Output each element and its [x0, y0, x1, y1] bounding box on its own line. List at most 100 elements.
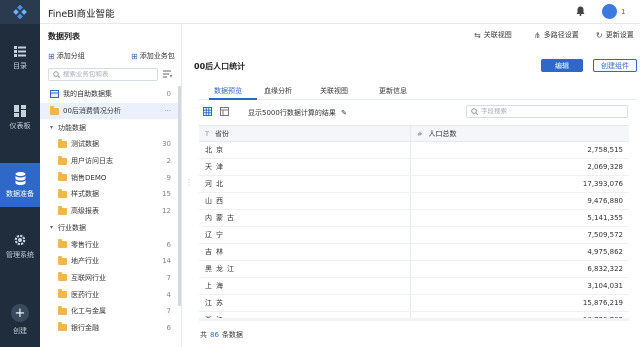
- multipath-button[interactable]: ⋔ 多路径设置: [534, 30, 579, 40]
- tree-item-label: 互联网行业: [71, 273, 106, 282]
- tree-item-count: 4: [166, 290, 171, 299]
- column-name: 省份: [214, 129, 229, 138]
- tree-item[interactable]: 高级报表 12: [40, 203, 181, 220]
- folder-icon: [58, 172, 67, 182]
- table-row: 山西 9,476,880: [199, 193, 629, 210]
- detail-view-icon[interactable]: [220, 107, 229, 116]
- tree-item-label: 高级报表: [71, 207, 99, 216]
- tree-item[interactable]: 化工与金属 7: [40, 303, 181, 320]
- cell-province: 天津: [199, 159, 411, 175]
- add-package-icon: ⊞: [131, 51, 138, 61]
- tree-item-count: 6: [166, 323, 171, 332]
- add-group-label: 添加分组: [56, 52, 85, 60]
- tab-lineage[interactable]: 血缘分析: [264, 86, 292, 96]
- tree-scroll-thumb[interactable]: [178, 86, 181, 306]
- nav-data-prep[interactable]: 数据准备: [0, 163, 40, 207]
- nav-create[interactable]: + 创建: [0, 298, 40, 342]
- table-row: 吉林 4,975,862: [199, 244, 629, 261]
- cell-population: 9,476,880: [587, 197, 623, 205]
- nav-dashboard[interactable]: 仪表板: [0, 96, 40, 140]
- tab-data-preview[interactable]: 数据预览: [214, 86, 242, 96]
- footer-prefix: 共: [200, 331, 207, 339]
- more-options-icon[interactable]: ···: [164, 107, 171, 115]
- database-icon: [15, 171, 25, 185]
- data-preview-table: T 省份 # 人口总数 北京 2,758,515 天津 2,069,328 河北 17,3…: [199, 125, 629, 318]
- package-search[interactable]: [48, 68, 158, 81]
- create-component-button[interactable]: 创建组件: [593, 59, 637, 72]
- grid-view-icon[interactable]: [203, 107, 212, 116]
- tree-item-count: 14: [162, 257, 171, 266]
- tree-item-label: 销售DEMO: [71, 173, 107, 182]
- package-tree: 我的自助数据集 0 00后消费情况分析 ··· ▾ 功能数据 测试数据 30 用户访问日志 2 销售…: [40, 86, 181, 336]
- tree-item[interactable]: 地产行业 14: [40, 253, 181, 270]
- column-header-population[interactable]: # 人口总数: [411, 126, 629, 141]
- relation-icon: ⇆: [474, 30, 481, 40]
- nav-admin[interactable]: 管理系统: [0, 225, 40, 269]
- cell-population: 2,758,515: [587, 146, 623, 154]
- tree-scrollbar[interactable]: [178, 86, 181, 306]
- column-header-province[interactable]: T 省份: [199, 126, 411, 141]
- sort-filter-icon[interactable]: [163, 70, 173, 81]
- column-name: 人口总数: [428, 129, 457, 138]
- tree-group[interactable]: ▾ 功能数据: [40, 119, 181, 136]
- table-body: 北京 2,758,515 天津 2,069,328 河北 17,393,076 山西 9,47…: [199, 142, 629, 318]
- add-package-button[interactable]: ⊞ 添加业务包: [131, 51, 175, 61]
- tree-item-count: 6: [166, 240, 171, 249]
- cell-province: 黑龙江: [199, 261, 411, 277]
- update-settings-button[interactable]: ↻ 更新设置: [596, 30, 634, 40]
- tree-item[interactable]: 00后消费情况分析 ···: [40, 102, 181, 120]
- tree-item[interactable]: 测试数据 30: [40, 136, 181, 153]
- tab-relation[interactable]: 关联视图: [320, 86, 348, 96]
- cell-population: 3,104,031: [587, 282, 623, 290]
- user-menu[interactable]: 1: [602, 4, 625, 19]
- table-hscrollbar[interactable]: [199, 318, 629, 321]
- dataset-list-panel: 数据列表 ⊞ 添加分组 ⊞ 添加业务包 我的自助数据集 0 00后消费情况分析 ···…: [40, 24, 182, 347]
- add-package-label: 添加业务包: [139, 52, 175, 60]
- nav-dashboard-label: 仪表板: [9, 122, 31, 130]
- field-search[interactable]: [466, 105, 628, 118]
- user-badge: 1: [621, 7, 626, 16]
- text-type-icon: T: [205, 129, 209, 138]
- tree-item[interactable]: 零售行业 6: [40, 236, 181, 253]
- table-row: 河北 17,393,076: [199, 176, 629, 193]
- tree-item-label: 00后消费情况分析: [63, 107, 121, 116]
- tree-item[interactable]: 用户访问日志 2: [40, 153, 181, 170]
- folder-icon: [58, 305, 67, 315]
- caret-down-icon[interactable]: ▾: [50, 224, 58, 231]
- cell-population: 5,141,355: [587, 214, 623, 222]
- tree-item[interactable]: 样式数据 15: [40, 186, 181, 203]
- field-search-input[interactable]: [481, 108, 621, 115]
- row-count-footer: 共 86 条数据: [200, 330, 243, 340]
- tree-item[interactable]: 互联网行业 7: [40, 270, 181, 287]
- tab-update-info[interactable]: 更新信息: [379, 86, 407, 96]
- caret-down-icon[interactable]: ▾: [50, 124, 58, 131]
- app-title: FineBI商业智能: [48, 9, 115, 20]
- tree-item-count: 7: [166, 273, 171, 282]
- relation-view-button[interactable]: ⇆ 关联视图: [474, 30, 512, 40]
- row-count: 86: [210, 331, 219, 339]
- tree-item[interactable]: 我的自助数据集 0: [40, 86, 181, 103]
- package-search-input[interactable]: [62, 71, 157, 78]
- tree-item[interactable]: 银行金融 6: [40, 320, 181, 337]
- nav-admin-label: 管理系统: [6, 251, 34, 259]
- nav-catalog[interactable]: 目录: [0, 36, 40, 80]
- panel-title: 数据列表: [48, 32, 80, 41]
- cell-population: 17,393,076: [582, 180, 623, 188]
- folder-icon: [50, 105, 59, 115]
- app-logo[interactable]: [0, 0, 40, 24]
- edit-button[interactable]: 编辑: [541, 59, 583, 72]
- pencil-icon[interactable]: ✎: [341, 109, 347, 117]
- add-group-button[interactable]: ⊞ 添加分组: [48, 51, 85, 61]
- add-folder-icon: ⊞: [48, 51, 55, 61]
- top-bar: FineBI商业智能 1: [40, 0, 640, 24]
- tree-item[interactable]: 医药行业 4: [40, 286, 181, 303]
- bell-icon[interactable]: [576, 6, 585, 18]
- tree-item-label: 功能数据: [58, 123, 86, 132]
- dashboard-icon: [14, 105, 26, 117]
- number-type-icon: #: [417, 129, 423, 138]
- cell-province: 吉林: [199, 244, 411, 260]
- cell-province: 江苏: [199, 295, 411, 311]
- cell-population: 15,876,219: [582, 299, 623, 307]
- tree-item[interactable]: 销售DEMO 9: [40, 169, 181, 186]
- tree-group[interactable]: ▾ 行业数据: [40, 220, 181, 237]
